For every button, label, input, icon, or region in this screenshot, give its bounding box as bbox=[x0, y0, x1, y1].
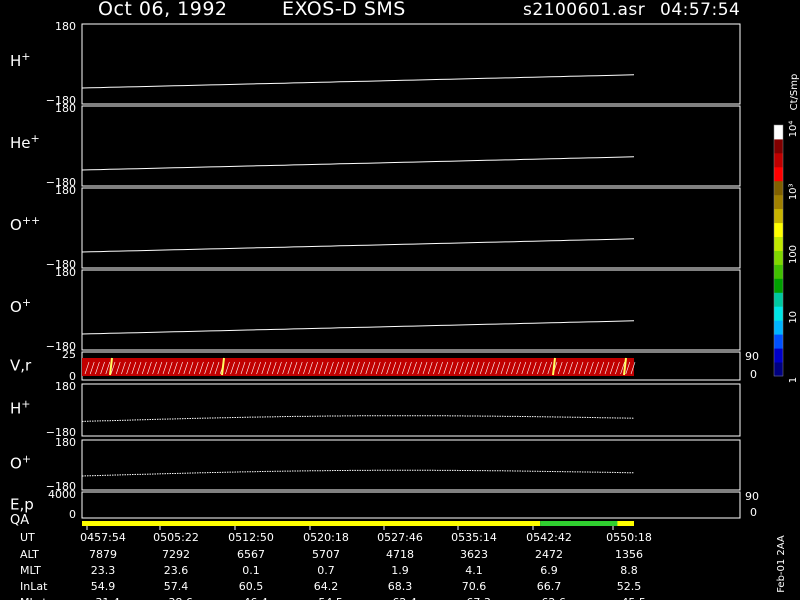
plot-svg: 180−180H+180−180He+180−180O++180−180O+25… bbox=[10, 20, 800, 600]
plot-stage: Oct 06, 1992 EXOS-D SMS s2100601.asr 04:… bbox=[0, 0, 800, 600]
